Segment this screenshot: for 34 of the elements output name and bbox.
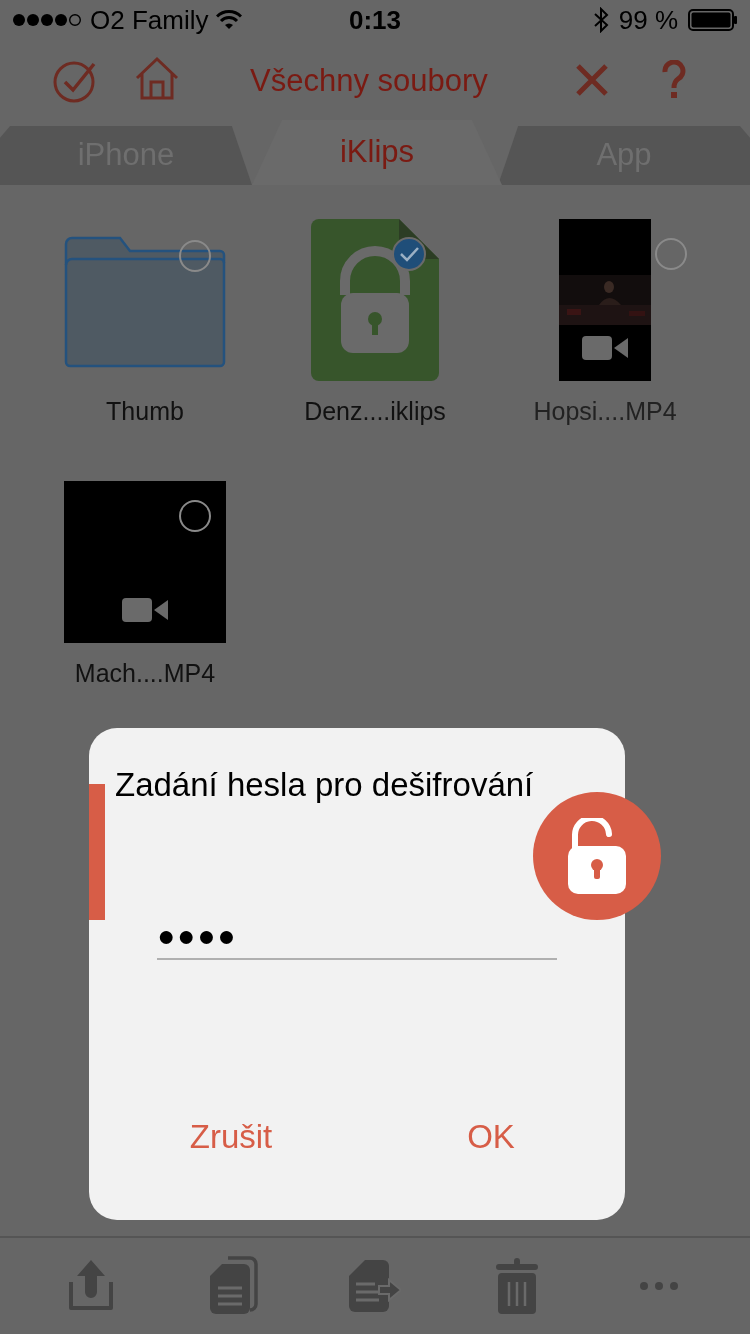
home-button[interactable] bbox=[134, 56, 180, 102]
tab[interactable]: iKlips bbox=[252, 120, 502, 185]
checked-circle-icon[interactable] bbox=[392, 237, 426, 271]
file-name: Thumb bbox=[106, 396, 184, 427]
close-button[interactable] bbox=[574, 62, 610, 98]
battery-icon bbox=[688, 9, 738, 31]
help-button[interactable] bbox=[660, 60, 688, 100]
video-camera-icon bbox=[122, 596, 168, 623]
locked-file-icon bbox=[311, 219, 439, 381]
signal-icon bbox=[12, 13, 82, 27]
status-time: 0:13 bbox=[349, 3, 401, 37]
help-icon bbox=[660, 60, 688, 100]
password-field[interactable]: ●●●● bbox=[157, 914, 557, 960]
ok-button[interactable]: OK bbox=[361, 1110, 621, 1164]
upload-icon bbox=[68, 1260, 114, 1312]
document-arrow-icon bbox=[349, 1260, 401, 1312]
more-icon bbox=[639, 1281, 679, 1291]
unlocked-padlock-icon bbox=[568, 818, 626, 894]
file-name: Denz....iklips bbox=[304, 396, 446, 427]
home-icon bbox=[134, 56, 180, 102]
carrier-name: O2 Family bbox=[90, 3, 209, 37]
close-icon bbox=[574, 62, 610, 98]
battery-percent: 99 % bbox=[618, 3, 678, 37]
copy-documents-icon bbox=[208, 1256, 258, 1316]
bluetooth-icon bbox=[592, 7, 609, 33]
trash-icon bbox=[496, 1258, 538, 1314]
wifi-icon bbox=[216, 10, 243, 30]
select-circle-icon[interactable] bbox=[178, 498, 212, 533]
file-name: Mach....MP4 bbox=[74, 657, 216, 689]
nav-title: Všechny soubory bbox=[250, 62, 488, 100]
file-name: Hopsi....MP4 bbox=[533, 396, 677, 427]
cancel-button[interactable]: Zrušit bbox=[101, 1110, 361, 1164]
video-camera-icon bbox=[582, 335, 628, 361]
dialog-title: Zadání hesla pro dešifrování bbox=[114, 765, 535, 805]
